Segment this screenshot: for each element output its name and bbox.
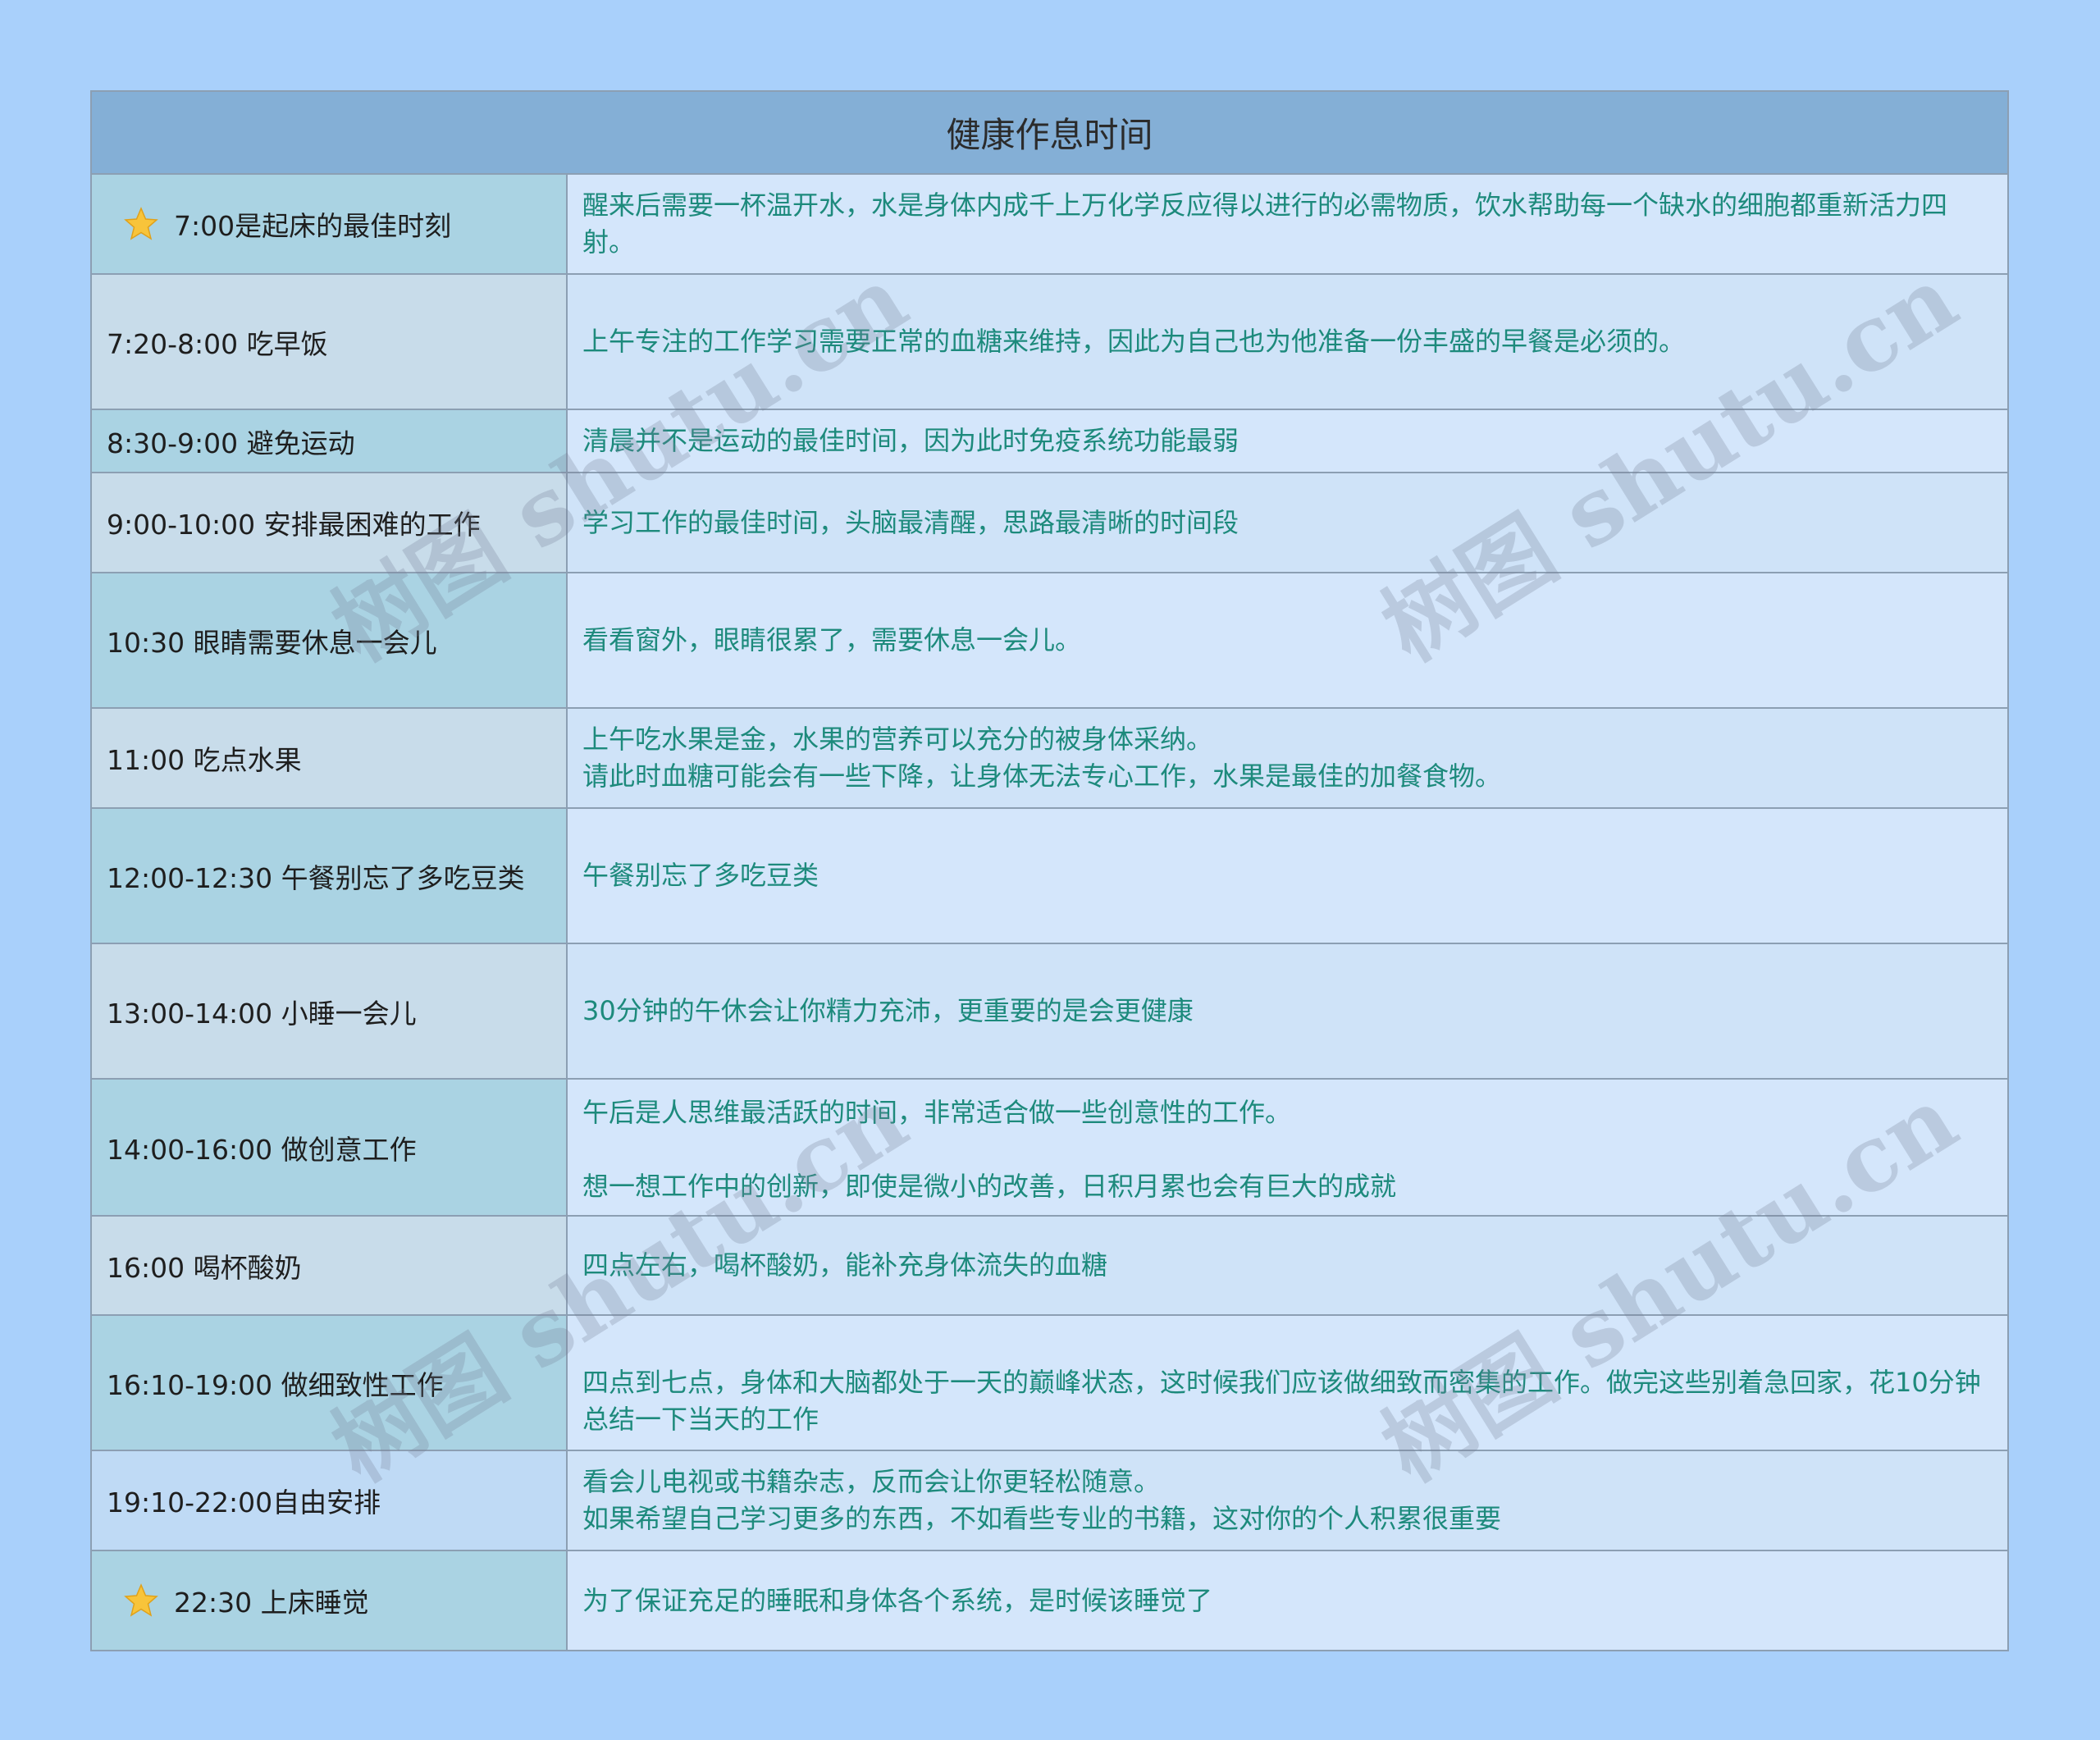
desc-text: 为了保证充足的睡眠和身体各个系统，是时候该睡觉了 [582,1584,1213,1616]
desc-text: 四点到七点，身体和大脑都处于一天的巅峰状态，这时候我们应该做细致而密集的工作。做… [582,1367,1981,1435]
desc-cell: 四点左右，喝杯酸奶，能补充身体流失的血糖 [568,1217,2007,1314]
desc-text: 午餐别忘了多吃豆类 [582,860,819,891]
table-row: 12:00-12:30 午餐别忘了多吃豆类 午餐别忘了多吃豆类 [92,809,2007,944]
desc-text: 醒来后需要一杯温开水，水是身体内成千上万化学反应得以进行的必需物质，饮水帮助每一… [582,190,1948,258]
desc-cell: 30分钟的午休会让你精力充沛，更重要的是会更健康 [568,944,2007,1078]
table-row: 19:10-22:00自由安排 看会儿电视或书籍杂志，反而会让你更轻松随意。 如… [92,1451,2007,1551]
table-row: 7:20-8:00 吃早饭 上午专注的工作学习需要正常的血糖来维持，因此为自己也… [92,275,2007,410]
time-label: 12:00-12:30 午餐别忘了多吃豆类 [107,861,525,894]
star-icon [124,207,158,240]
desc-cell: 为了保证充足的睡眠和身体各个系统，是时候该睡觉了 [568,1551,2007,1650]
desc-cell: 四点到七点，身体和大脑都处于一天的巅峰状态，这时候我们应该做细致而密集的工作。做… [568,1316,2007,1450]
time-cell: 7:20-8:00 吃早饭 [92,275,568,409]
table-row: 11:00 吃点水果 上午吃水果是金，水果的营养可以充分的被身体采纳。 请此时血… [92,709,2007,809]
time-label: 16:10-19:00 做细致性工作 [107,1368,444,1401]
desc-cell: 看会儿电视或书籍杂志，反而会让你更轻松随意。 如果希望自己学习更多的东西，不如看… [568,1451,2007,1550]
desc-text: 30分钟的午休会让你精力充沛，更重要的是会更健康 [582,995,1194,1026]
desc-text: 午后是人思维最活跃的时间，非常适合做一些创意性的工作。 想一想工作中的创新，即使… [582,1097,1397,1202]
time-label: 19:10-22:00自由安排 [107,1487,381,1519]
time-cell: 7:00是起床的最佳时刻 [92,175,568,273]
desc-cell: 午餐别忘了多吃豆类 [568,809,2007,943]
time-label: 13:00-14:00 小睡一会儿 [107,997,417,1030]
time-label: 14:00-16:00 做创意工作 [107,1133,417,1166]
time-label: 7:00是起床的最佳时刻 [174,210,452,242]
desc-text: 上午专注的工作学习需要正常的血糖来维持，因此为自己也为他准备一份丰盛的早餐是必须… [582,326,1686,357]
time-cell: 14:00-16:00 做创意工作 [92,1080,568,1215]
time-cell: 8:30-9:00 避免运动 [92,410,568,472]
table-row: 22:30 上床睡觉 为了保证充足的睡眠和身体各个系统，是时候该睡觉了 [92,1551,2007,1650]
time-label: 9:00-10:00 安排最困难的工作 [107,509,481,541]
table-row: 10:30 眼睛需要休息一会儿 看看窗外，眼睛很累了，需要休息一会儿。 [92,573,2007,709]
table-row: 9:00-10:00 安排最困难的工作 学习工作的最佳时间，头脑最清醒，思路最清… [92,473,2007,573]
table-row: 14:00-16:00 做创意工作 午后是人思维最活跃的时间，非常适合做一些创意… [92,1080,2007,1217]
time-cell: 19:10-22:00自由安排 [92,1451,568,1550]
desc-cell: 学习工作的最佳时间，头脑最清醒，思路最清晰的时间段 [568,473,2007,572]
star-icon [124,1583,158,1617]
time-cell: 16:10-19:00 做细致性工作 [92,1316,568,1450]
desc-text: 四点左右，喝杯酸奶，能补充身体流失的血糖 [582,1249,1108,1281]
table-row: 16:10-19:00 做细致性工作 四点到七点，身体和大脑都处于一天的巅峰状态… [92,1316,2007,1451]
time-cell: 13:00-14:00 小睡一会儿 [92,944,568,1078]
time-label: 7:20-8:00 吃早饭 [107,327,328,360]
time-cell: 9:00-10:00 安排最困难的工作 [92,473,568,572]
desc-cell: 午后是人思维最活跃的时间，非常适合做一些创意性的工作。 想一想工作中的创新，即使… [568,1080,2007,1215]
time-label: 10:30 眼睛需要休息一会儿 [107,626,437,659]
time-cell: 10:30 眼睛需要休息一会儿 [92,573,568,707]
desc-cell: 清晨并不是运动的最佳时间，因为此时免疫系统功能最弱 [568,410,2007,472]
desc-cell: 上午专注的工作学习需要正常的血糖来维持，因此为自己也为他准备一份丰盛的早餐是必须… [568,275,2007,409]
desc-text: 看看窗外，眼睛很累了，需要休息一会儿。 [582,624,1082,655]
desc-text: 上午吃水果是金，水果的营养可以充分的被身体采纳。 请此时血糖可能会有一些下降，让… [582,724,1502,792]
table-row: 16:00 喝杯酸奶 四点左右，喝杯酸奶，能补充身体流失的血糖 [92,1217,2007,1316]
table-row: 7:00是起床的最佳时刻 醒来后需要一杯温开水，水是身体内成千上万化学反应得以进… [92,175,2007,275]
time-cell: 16:00 喝杯酸奶 [92,1217,568,1314]
table-title: 健康作息时间 [92,92,2007,175]
time-cell: 11:00 吃点水果 [92,709,568,807]
desc-text: 学习工作的最佳时间，头脑最清醒，思路最清晰的时间段 [582,506,1239,538]
desc-text: 清晨并不是运动的最佳时间，因为此时免疫系统功能最弱 [582,425,1239,456]
desc-cell: 上午吃水果是金，水果的营养可以充分的被身体采纳。 请此时血糖可能会有一些下降，让… [568,709,2007,807]
time-label: 8:30-9:00 避免运动 [107,427,355,459]
table-row: 8:30-9:00 避免运动 清晨并不是运动的最佳时间，因为此时免疫系统功能最弱 [92,410,2007,473]
table-row: 13:00-14:00 小睡一会儿 30分钟的午休会让你精力充沛，更重要的是会更… [92,944,2007,1080]
desc-cell: 看看窗外，眼睛很累了，需要休息一会儿。 [568,573,2007,707]
time-label: 22:30 上床睡觉 [174,1587,369,1619]
schedule-table: 健康作息时间 7:00是起床的最佳时刻 醒来后需要一杯温开水，水是身体内成千上万… [90,90,2009,1651]
time-label: 11:00 吃点水果 [107,744,302,776]
time-label: 16:00 喝杯酸奶 [107,1251,302,1284]
time-cell: 12:00-12:30 午餐别忘了多吃豆类 [92,809,568,943]
desc-cell: 醒来后需要一杯温开水，水是身体内成千上万化学反应得以进行的必需物质，饮水帮助每一… [568,175,2007,273]
desc-text: 看会儿电视或书籍杂志，反而会让你更轻松随意。 如果希望自己学习更多的东西，不如看… [582,1466,1502,1534]
time-cell: 22:30 上床睡觉 [92,1551,568,1650]
